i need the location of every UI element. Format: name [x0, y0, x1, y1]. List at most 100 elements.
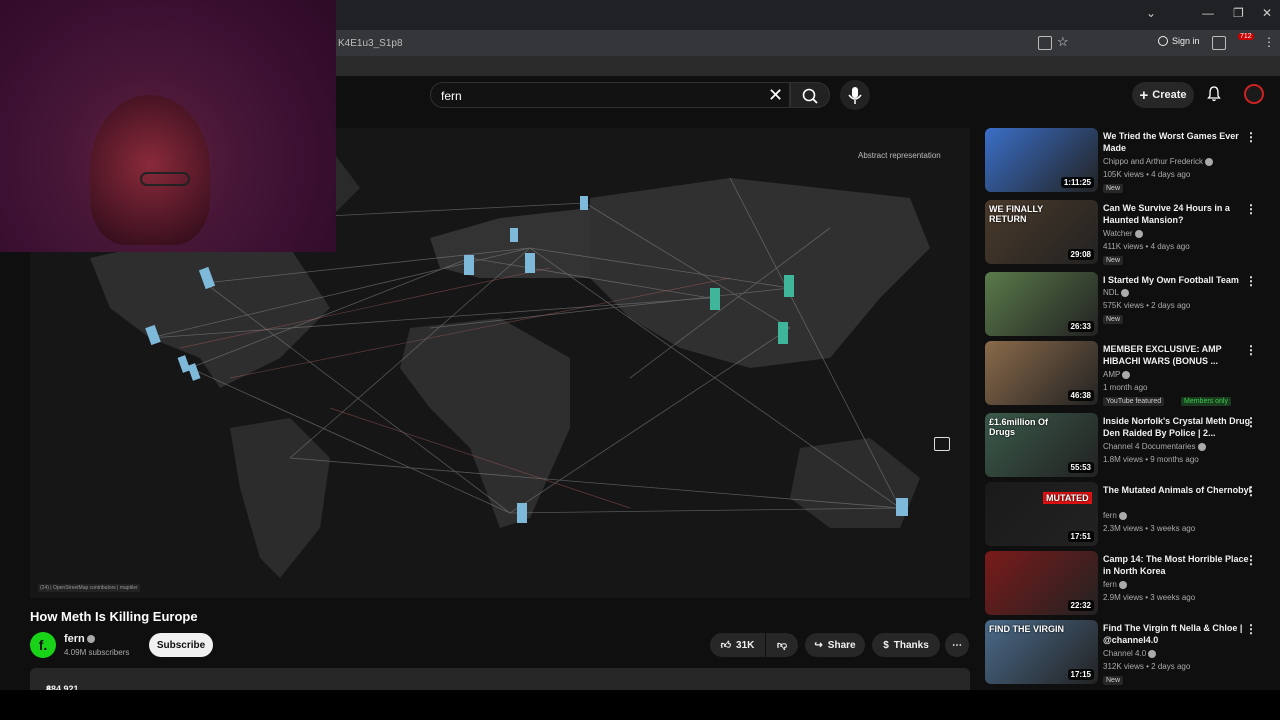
sidebar-channel-name[interactable]: Channel 4 Documentaries	[1103, 442, 1206, 451]
thumbs-up-icon: 👍︎	[720, 640, 732, 651]
sidebar-channel-name[interactable]: NDL	[1103, 288, 1130, 297]
sidebar-channel-name[interactable]: Chippo and Arthur Frederick	[1103, 157, 1214, 166]
bookmark-star-icon[interactable]: ☆	[1057, 34, 1069, 50]
video-thumbnail[interactable]: 55:53 £1.6million Of Drugs	[985, 413, 1098, 477]
video-duration: 22:32	[1067, 600, 1094, 611]
map-attribution: (24) | OpenStreetMap contributors | mapt…	[38, 584, 140, 592]
more-vertical-icon[interactable]: ⋮	[1245, 202, 1257, 216]
browser-menu-icon[interactable]: ⋮	[1263, 35, 1275, 49]
sidebar-video-title[interactable]: The Mutated Animals of Chernobyl	[1103, 484, 1253, 496]
restore-icon[interactable]: ❐	[1233, 6, 1244, 20]
sidebar-badge: New	[1103, 315, 1124, 324]
video-thumbnail[interactable]: 1:11:25	[985, 128, 1098, 192]
sidebar-video-item[interactable]: 26:33 I Started My Own Football Team NDL…	[985, 272, 1270, 338]
video-duration: 26:33	[1067, 321, 1094, 332]
video-thumbnail[interactable]: 17:15 FIND THE VIRGIN	[985, 620, 1098, 684]
sidebar-badge: New	[1103, 184, 1124, 193]
more-vertical-icon[interactable]: ⋮	[1245, 415, 1257, 429]
search-icon	[802, 88, 818, 104]
more-vertical-icon[interactable]: ⋮	[1245, 553, 1257, 567]
sidebar-channel-text: AMP	[1103, 370, 1121, 379]
more-vertical-icon[interactable]: ⋮	[1245, 343, 1257, 357]
minimize-icon[interactable]: —	[1202, 6, 1214, 20]
sidebar-video-item[interactable]: 29:08 WE FINALLY RETURN Can We Survive 2…	[985, 200, 1270, 266]
sidebar-video-item[interactable]: 17:51 MUTATED The Mutated Animals of Che…	[985, 482, 1270, 548]
sidebar-channel-name[interactable]: fern	[1103, 580, 1127, 589]
channel-avatar[interactable]: f.	[30, 632, 56, 658]
verified-icon	[1205, 157, 1214, 166]
verified-icon	[1121, 288, 1130, 297]
address-url[interactable]: K4E1u3_S1p8	[338, 38, 403, 49]
like-count: 31K	[736, 639, 755, 651]
account-avatar[interactable]	[1244, 84, 1264, 104]
more-vertical-icon[interactable]: ⋮	[1245, 622, 1257, 636]
more-horizontal-icon: ⋯	[952, 639, 962, 651]
create-button[interactable]: + Create	[1132, 82, 1194, 108]
miniplayer-icon[interactable]	[934, 437, 950, 451]
more-vertical-icon[interactable]: ⋮	[1245, 484, 1257, 498]
webcam-overlay	[0, 0, 336, 252]
more-actions-button[interactable]: ⋯	[945, 633, 969, 657]
sidebar-video-meta: 575K views • 2 days ago	[1103, 301, 1191, 310]
sidebar-video-title[interactable]: MEMBER EXCLUSIVE: AMP HIBACHI WARS (BONU…	[1103, 343, 1253, 367]
video-duration: 46:38	[1067, 390, 1094, 401]
video-thumbnail[interactable]: 29:08 WE FINALLY RETURN	[985, 200, 1098, 264]
thanks-button[interactable]: $ Thanks	[872, 633, 940, 657]
search-input[interactable]: fern	[430, 82, 790, 108]
description-box[interactable]: 484,921 views 8 hours ago	[30, 668, 970, 714]
verified-icon	[1134, 229, 1143, 238]
subscriber-count: 4.09M subscribers	[64, 648, 130, 657]
dislike-button[interactable]: 👎︎	[766, 633, 798, 657]
chevron-down-icon[interactable]: ⌄	[1146, 6, 1156, 20]
sidebar-video-title[interactable]: I Started My Own Football Team	[1103, 274, 1253, 286]
sidebar-video-title[interactable]: We Tried the Worst Games Ever Made	[1103, 130, 1253, 154]
subscribe-button[interactable]: Subscribe	[149, 633, 213, 657]
sidebar-channel-name[interactable]: Channel 4.0	[1103, 649, 1157, 658]
install-app-icon[interactable]	[1038, 36, 1052, 50]
sidebar-channel-text: Watcher	[1103, 229, 1133, 238]
clear-search-icon[interactable]: ✕	[768, 85, 783, 106]
search-button[interactable]	[790, 82, 830, 108]
more-vertical-icon[interactable]: ⋮	[1245, 130, 1257, 144]
sidebar-channel-text: Channel 4.0	[1103, 649, 1147, 658]
sidebar-video-title[interactable]: Can We Survive 24 Hours in a Haunted Man…	[1103, 202, 1253, 226]
sidebar-channel-name[interactable]: Watcher	[1103, 229, 1143, 238]
sign-in-button[interactable]: Sign in	[1158, 36, 1200, 46]
verified-icon	[86, 635, 95, 644]
sidebar-channel-text: NDL	[1103, 288, 1120, 297]
more-vertical-icon[interactable]: ⋮	[1245, 274, 1257, 288]
sidebar-video-item[interactable]: 55:53 £1.6million Of Drugs Inside Norfol…	[985, 413, 1270, 479]
sidebar-channel-name[interactable]: AMP	[1103, 370, 1131, 379]
sidebar-video-item[interactable]: 22:32 Camp 14: The Most Horrible Place i…	[985, 551, 1270, 617]
sidebar-video-meta: 1 month ago	[1103, 383, 1148, 392]
sidebar-video-item[interactable]: 46:38 MEMBER EXCLUSIVE: AMP HIBACHI WARS…	[985, 341, 1270, 407]
sidebar-video-title[interactable]: Camp 14: The Most Horrible Place in Nort…	[1103, 553, 1253, 577]
webcam-person	[90, 95, 210, 245]
video-thumbnail[interactable]: 26:33	[985, 272, 1098, 336]
sidebar-channel-text: Channel 4 Documentaries	[1103, 442, 1196, 451]
video-thumbnail[interactable]: 17:51 MUTATED	[985, 482, 1098, 546]
sidebar-video-title[interactable]: Find The Virgin ft Nella & Chloe | @chan…	[1103, 622, 1253, 646]
video-duration: 17:51	[1067, 531, 1094, 542]
members-only-badge: Members only	[1181, 397, 1231, 406]
extensions-icon[interactable]	[1212, 36, 1226, 50]
video-thumbnail[interactable]: 46:38	[985, 341, 1098, 405]
close-icon[interactable]: ✕	[1262, 6, 1272, 20]
create-label: Create	[1152, 89, 1187, 101]
channel-name[interactable]: fern	[64, 633, 95, 645]
share-button[interactable]: ↪ Share	[805, 633, 865, 657]
share-label: Share	[827, 639, 856, 651]
sidebar-video-title[interactable]: Inside Norfolk's Crystal Meth Drug Den R…	[1103, 415, 1253, 439]
share-icon: ↪	[814, 639, 823, 651]
sidebar-video-item[interactable]: 1:11:25 We Tried the Worst Games Ever Ma…	[985, 128, 1270, 194]
thumbnail-text: £1.6million Of Drugs	[989, 417, 1049, 437]
notifications-bell-icon[interactable]	[1206, 86, 1222, 102]
verified-icon	[1118, 580, 1127, 589]
like-button[interactable]: 👍︎ 31K	[710, 633, 765, 657]
taskbar-area	[0, 690, 1280, 720]
sidebar-video-meta: 411K views • 4 days ago	[1103, 242, 1190, 251]
sidebar-video-item[interactable]: 17:15 FIND THE VIRGIN Find The Virgin ft…	[985, 620, 1270, 686]
video-thumbnail[interactable]: 22:32	[985, 551, 1098, 615]
sidebar-channel-name[interactable]: fern	[1103, 511, 1127, 520]
voice-search-button[interactable]	[840, 80, 870, 110]
